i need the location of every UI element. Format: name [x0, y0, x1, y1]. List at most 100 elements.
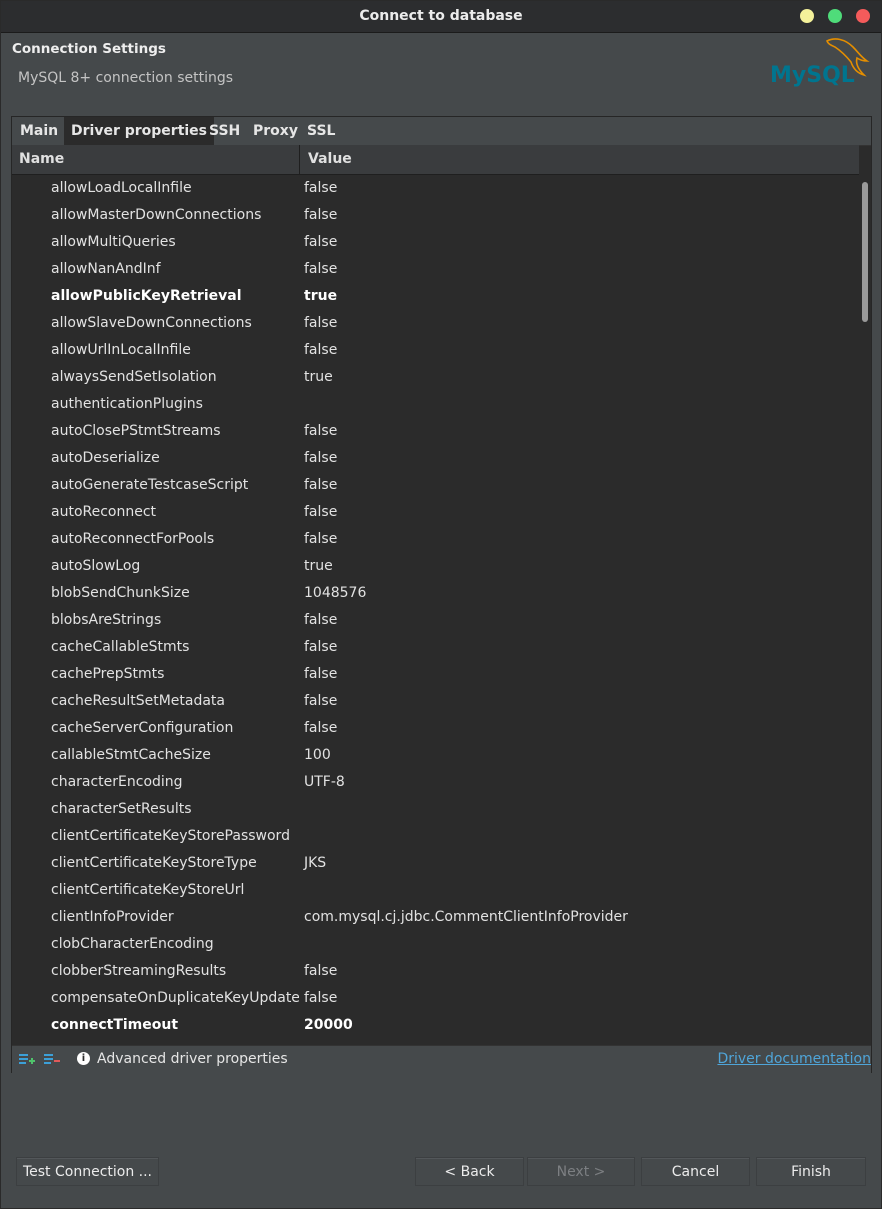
property-name: allowLoadLocalInfile — [51, 180, 192, 196]
table-row[interactable]: clientCertificateKeyStorePassword — [12, 823, 859, 850]
property-value[interactable]: false — [304, 958, 337, 985]
title-bar[interactable]: Connect to database — [1, 1, 881, 33]
table-row[interactable]: cacheResultSetMetadata false — [12, 688, 859, 715]
property-value[interactable]: true — [304, 283, 337, 310]
property-value[interactable]: false — [304, 661, 337, 688]
table-row[interactable]: characterEncoding UTF-8 — [12, 769, 859, 796]
add-property-icon[interactable] — [19, 1052, 35, 1066]
close-button[interactable] — [856, 9, 870, 23]
property-value[interactable]: UTF-8 — [304, 769, 345, 796]
table-row[interactable]: clobCharacterEncoding — [12, 931, 859, 958]
property-name: allowNanAndInf — [51, 261, 161, 277]
property-value[interactable]: true — [304, 553, 333, 580]
property-value[interactable]: JKS — [304, 850, 326, 877]
column-header-name[interactable]: Name — [19, 145, 64, 174]
table-row[interactable]: compensateOnDuplicateKeyUpdateCounts fals… — [12, 985, 859, 1012]
scrollbar-thumb[interactable] — [862, 182, 868, 322]
table-row[interactable]: autoReconnect false — [12, 499, 859, 526]
remove-property-icon[interactable] — [44, 1052, 60, 1066]
table-row[interactable]: allowNanAndInf false — [12, 256, 859, 283]
tab-ssh[interactable]: SSH — [202, 117, 247, 145]
table-row[interactable]: connectTimeout 20000 — [12, 1012, 859, 1039]
tab-driver-properties[interactable]: Driver properties — [64, 117, 215, 145]
back-button[interactable]: < Back — [415, 1157, 524, 1186]
property-name: cacheResultSetMetadata — [51, 693, 226, 709]
table-row[interactable]: autoDeserialize false — [12, 445, 859, 472]
table-row[interactable]: clientCertificateKeyStoreUrl — [12, 877, 859, 904]
page-subtitle: MySQL 8+ connection settings — [18, 70, 234, 86]
table-row[interactable]: clientCertificateKeyStoreType JKS — [12, 850, 859, 877]
window-title: Connect to database — [359, 8, 523, 24]
property-value[interactable]: 100 — [304, 742, 331, 769]
property-name: characterEncoding — [51, 774, 183, 790]
table-row[interactable]: cachePrepStmts false — [12, 661, 859, 688]
table-row[interactable]: autoSlowLog true — [12, 553, 859, 580]
table-row[interactable]: blobSendChunkSize 1048576 — [12, 580, 859, 607]
property-value[interactable]: false — [304, 310, 337, 337]
property-value[interactable]: true — [304, 364, 333, 391]
tab-proxy[interactable]: Proxy — [246, 117, 305, 145]
table-row[interactable]: blobsAreStrings false — [12, 607, 859, 634]
property-value[interactable]: false — [304, 634, 337, 661]
property-value[interactable]: false — [304, 175, 337, 202]
tab-ssl[interactable]: SSL — [300, 117, 342, 145]
property-value[interactable]: false — [304, 715, 337, 742]
table-row[interactable]: cacheServerConfiguration false — [12, 715, 859, 742]
table-row[interactable]: allowSlaveDownConnections false — [12, 310, 859, 337]
cancel-button[interactable]: Cancel — [641, 1157, 750, 1186]
property-name: allowMultiQueries — [51, 234, 176, 250]
property-value[interactable]: false — [304, 607, 337, 634]
property-value[interactable]: 1048576 — [304, 580, 366, 607]
properties-toolbar: i Advanced driver properties Driver docu… — [12, 1045, 871, 1073]
property-name: characterSetResults — [51, 801, 192, 817]
property-value[interactable]: false — [304, 337, 337, 364]
table-row[interactable]: allowLoadLocalInfile false — [12, 175, 859, 202]
property-value[interactable]: false — [304, 472, 337, 499]
property-value[interactable]: 20000 — [304, 1012, 353, 1039]
advanced-properties-label: Advanced driver properties — [97, 1051, 288, 1067]
table-row[interactable]: allowMultiQueries false — [12, 229, 859, 256]
property-value[interactable]: false — [304, 229, 337, 256]
property-value[interactable]: false — [304, 202, 337, 229]
property-value[interactable]: false — [304, 688, 337, 715]
vertical-scrollbar[interactable] — [859, 174, 871, 1045]
property-value[interactable]: false — [304, 526, 337, 553]
tab-main[interactable]: Main — [13, 117, 65, 145]
property-name: callableStmtCacheSize — [51, 747, 211, 763]
table-row[interactable]: allowUrlInLocalInfile false — [12, 337, 859, 364]
table-row[interactable]: autoGenerateTestcaseScript false — [12, 472, 859, 499]
table-row[interactable]: authenticationPlugins — [12, 391, 859, 418]
next-button[interactable]: Next > — [527, 1157, 635, 1186]
table-row[interactable]: alwaysSendSetIsolation true — [12, 364, 859, 391]
table-row[interactable]: autoReconnectForPools false — [12, 526, 859, 553]
table-row[interactable]: allowMasterDownConnections false — [12, 202, 859, 229]
property-value[interactable]: false — [304, 499, 337, 526]
property-name: cacheServerConfiguration — [51, 720, 234, 736]
property-value[interactable]: false — [304, 445, 337, 472]
property-name: autoSlowLog — [51, 558, 141, 574]
finish-button[interactable]: Finish — [756, 1157, 866, 1186]
table-row[interactable]: clientInfoProvider com.mysql.cj.jdbc.Comm… — [12, 904, 859, 931]
column-header-value[interactable]: Value — [308, 145, 352, 174]
property-name: allowPublicKeyRetrieval — [51, 288, 242, 304]
table-row[interactable]: clobberStreamingResults false — [12, 958, 859, 985]
property-name: clientInfoProvider — [51, 909, 174, 925]
property-value[interactable]: false — [304, 985, 337, 1012]
table-row[interactable]: allowPublicKeyRetrieval true — [12, 283, 859, 310]
table-row[interactable]: callableStmtCacheSize 100 — [12, 742, 859, 769]
property-value[interactable]: false — [304, 418, 337, 445]
property-name: blobsAreStrings — [51, 612, 162, 628]
column-divider[interactable] — [299, 145, 300, 174]
test-connection-button[interactable]: Test Connection ... — [16, 1157, 159, 1186]
property-value[interactable]: com.mysql.cj.jdbc.CommentClientInfoProvi… — [304, 904, 628, 931]
properties-table[interactable]: allowLoadLocalInfile false allowMasterDown… — [12, 175, 859, 1045]
table-row[interactable]: characterSetResults — [12, 796, 859, 823]
tab-bar: Main Driver properties SSH Proxy SSL — [12, 117, 871, 146]
table-row[interactable]: autoClosePStmtStreams false — [12, 418, 859, 445]
table-row[interactable]: cacheCallableStmts false — [12, 634, 859, 661]
driver-documentation-link[interactable]: Driver documentation — [717, 1046, 871, 1073]
maximize-button[interactable] — [828, 9, 842, 23]
minimize-button[interactable] — [800, 9, 814, 23]
settings-panel: Main Driver properties SSH Proxy SSL Nam… — [11, 116, 872, 1073]
property-value[interactable]: false — [304, 256, 337, 283]
